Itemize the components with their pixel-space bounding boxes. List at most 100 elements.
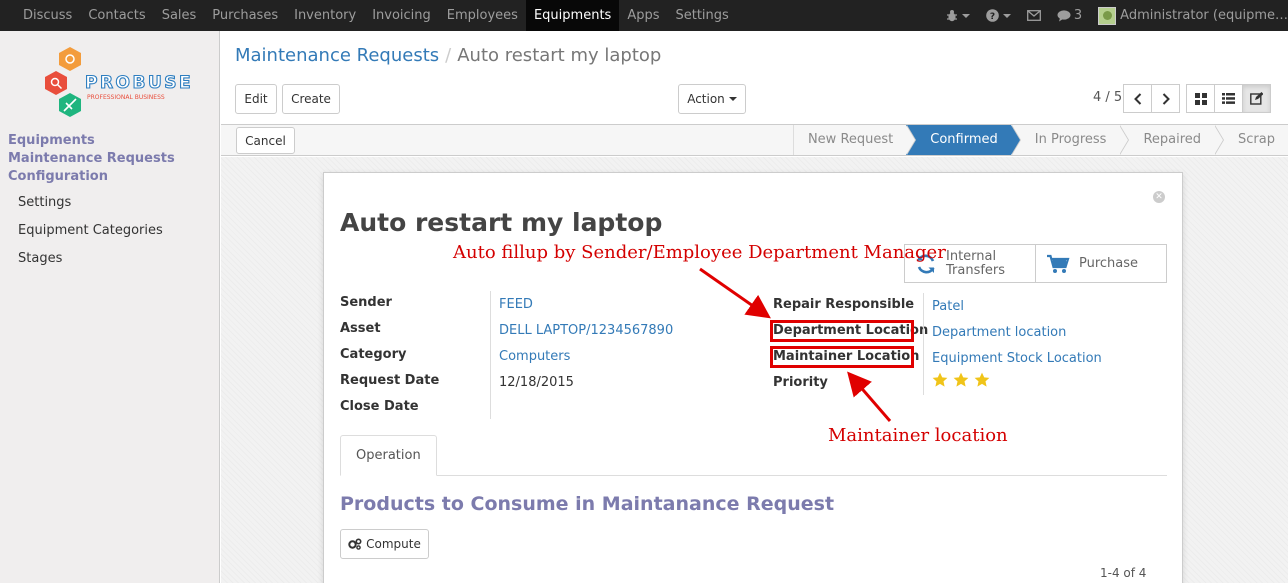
sidebar-section-configuration[interactable]: Configuration (8, 169, 108, 184)
field-asset[interactable]: DELL LAPTOP/1234567890 (499, 323, 673, 338)
stage-repaired[interactable]: Repaired (1119, 125, 1224, 155)
form-sheet: ✕ Auto restart my laptop Internal Transf… (323, 172, 1183, 583)
star-icon[interactable] (974, 372, 990, 388)
caret-icon (1002, 13, 1011, 18)
logo-text: PROBUSE (85, 73, 190, 93)
field-label-repair-responsible: Repair Responsible (773, 297, 915, 312)
menu-equipments[interactable]: Equipments (525, 0, 620, 31)
list-view-button[interactable] (1214, 84, 1243, 113)
annotation-maintainer-location: Maintainer location (828, 425, 1008, 446)
mail-button[interactable] (1019, 0, 1049, 31)
menu-contacts[interactable]: Contacts (80, 0, 153, 31)
chevron-right-icon (1162, 92, 1170, 105)
action-label: Action (687, 92, 725, 106)
list-icon (1222, 93, 1235, 104)
breadcrumb: Maintenance Requests / Auto restart my lap… (235, 45, 661, 66)
field-category[interactable]: Computers (499, 349, 570, 364)
status-bar: Cancel New Request Confirmed In Progress… (221, 124, 1288, 156)
star-icon[interactable] (932, 372, 948, 388)
star-icon[interactable] (953, 372, 969, 388)
sidebar: PROBUSE PROFESSIONAL BUSINESS Equipments… (0, 31, 220, 583)
menu-invoicing[interactable]: Invoicing (364, 0, 439, 31)
breadcrumb-parent[interactable]: Maintenance Requests (235, 45, 439, 66)
view-switcher (1186, 84, 1271, 113)
field-repair-responsible[interactable]: Patel (932, 299, 964, 314)
stage-in-progress[interactable]: In Progress (1010, 125, 1130, 155)
internal-transfers-label: Internal Transfers (946, 248, 1006, 278)
gears-icon (348, 538, 362, 550)
top-navbar: Discuss Contacts Sales Purchases Invento… (0, 0, 1288, 31)
breadcrumb-current: Auto restart my laptop (457, 45, 662, 66)
field-label-category: Category (340, 347, 407, 362)
form-background: ✕ Auto restart my laptop Internal Transf… (221, 157, 1288, 583)
action-dropdown[interactable]: Action (678, 84, 746, 114)
section-title: Products to Consume in Maintanance Reque… (340, 493, 835, 515)
field-divider (490, 291, 491, 419)
create-button[interactable]: Create (282, 84, 340, 114)
debug-menu[interactable] (938, 0, 978, 31)
sidebar-item-stages[interactable]: Stages (18, 251, 62, 266)
field-label-request-date: Request Date (340, 373, 440, 388)
menu-employees[interactable]: Employees (439, 0, 526, 31)
systray: ? 3 Administrator (equipme… (938, 0, 1288, 31)
stage-scrap[interactable]: Scrap (1214, 125, 1288, 155)
annotation-auto-fillup: Auto fillup by Sender/Employee Departmen… (453, 242, 946, 263)
svg-text:?: ? (990, 12, 995, 22)
company-logo: PROBUSE PROFESSIONAL BUSINESS (40, 45, 191, 121)
highlight-department-location (770, 320, 914, 342)
purchase-label: Purchase (1079, 255, 1139, 271)
compute-button[interactable]: Compute (340, 529, 429, 559)
notebook-tabs: Operation (340, 435, 1167, 476)
sidebar-item-equipment-categories[interactable]: Equipment Categories (18, 223, 163, 238)
lines-pager: 1-4 of 4 (1100, 566, 1147, 580)
avatar (1098, 6, 1117, 25)
form-view-button[interactable] (1242, 84, 1271, 113)
menu-settings[interactable]: Settings (667, 0, 736, 31)
edit-form-icon (1250, 92, 1263, 105)
main-menu: Discuss Contacts Sales Purchases Invento… (15, 0, 737, 31)
field-request-date[interactable]: 12/18/2015 (499, 375, 574, 390)
bug-icon (946, 10, 957, 22)
cancel-button[interactable]: Cancel (236, 127, 295, 154)
field-label-close-date: Close Date (340, 399, 419, 414)
close-icon[interactable]: ✕ (1153, 191, 1165, 203)
menu-sales[interactable]: Sales (154, 0, 205, 31)
stage-new-request[interactable]: New Request (792, 125, 917, 155)
field-sender[interactable]: FEED (499, 297, 533, 312)
pager-next-button[interactable] (1151, 84, 1180, 113)
pager-previous-button[interactable] (1123, 84, 1152, 113)
menu-purchases[interactable]: Purchases (204, 0, 286, 31)
sidebar-item-settings[interactable]: Settings (18, 195, 71, 210)
messages-button[interactable]: 3 (1049, 0, 1090, 31)
tab-operation[interactable]: Operation (340, 435, 437, 476)
record-title: Auto restart my laptop (340, 208, 663, 237)
chat-icon (1057, 9, 1071, 21)
highlight-maintainer-location (770, 346, 914, 368)
sidebar-section-equipments[interactable]: Equipments (8, 133, 95, 148)
pager-buttons (1123, 84, 1180, 113)
user-menu[interactable]: Administrator (equipme… (1090, 0, 1288, 31)
messages-count: 3 (1073, 8, 1083, 23)
kanban-view-button[interactable] (1186, 84, 1215, 113)
question-icon: ? (986, 9, 999, 22)
stage-confirmed[interactable]: Confirmed (906, 125, 1021, 155)
menu-apps[interactable]: Apps (619, 0, 667, 31)
envelope-icon (1026, 10, 1041, 21)
purchase-button[interactable]: Purchase (1035, 244, 1167, 283)
menu-inventory[interactable]: Inventory (286, 0, 364, 31)
field-department-location[interactable]: Department location (932, 325, 1066, 340)
user-name: Administrator (equipme… (1120, 8, 1288, 23)
pager-value: 4 / 5 (1093, 90, 1123, 105)
field-label-priority: Priority (773, 375, 828, 390)
field-label-asset: Asset (340, 321, 381, 336)
sidebar-section-maintenance-requests[interactable]: Maintenance Requests (8, 151, 175, 166)
help-menu[interactable]: ? (978, 0, 1019, 31)
field-maintainer-location[interactable]: Equipment Stock Location (932, 351, 1102, 366)
breadcrumb-separator: / (445, 45, 452, 66)
logo-subtext: PROFESSIONAL BUSINESS (87, 94, 165, 101)
edit-button[interactable]: Edit (235, 84, 277, 114)
menu-discuss[interactable]: Discuss (15, 0, 80, 31)
probuse-logo-icon: PROBUSE PROFESSIONAL BUSINESS (45, 47, 191, 117)
stage-pipeline: New Request Confirmed In Progress Repair… (792, 125, 1288, 155)
compute-label: Compute (366, 537, 421, 551)
